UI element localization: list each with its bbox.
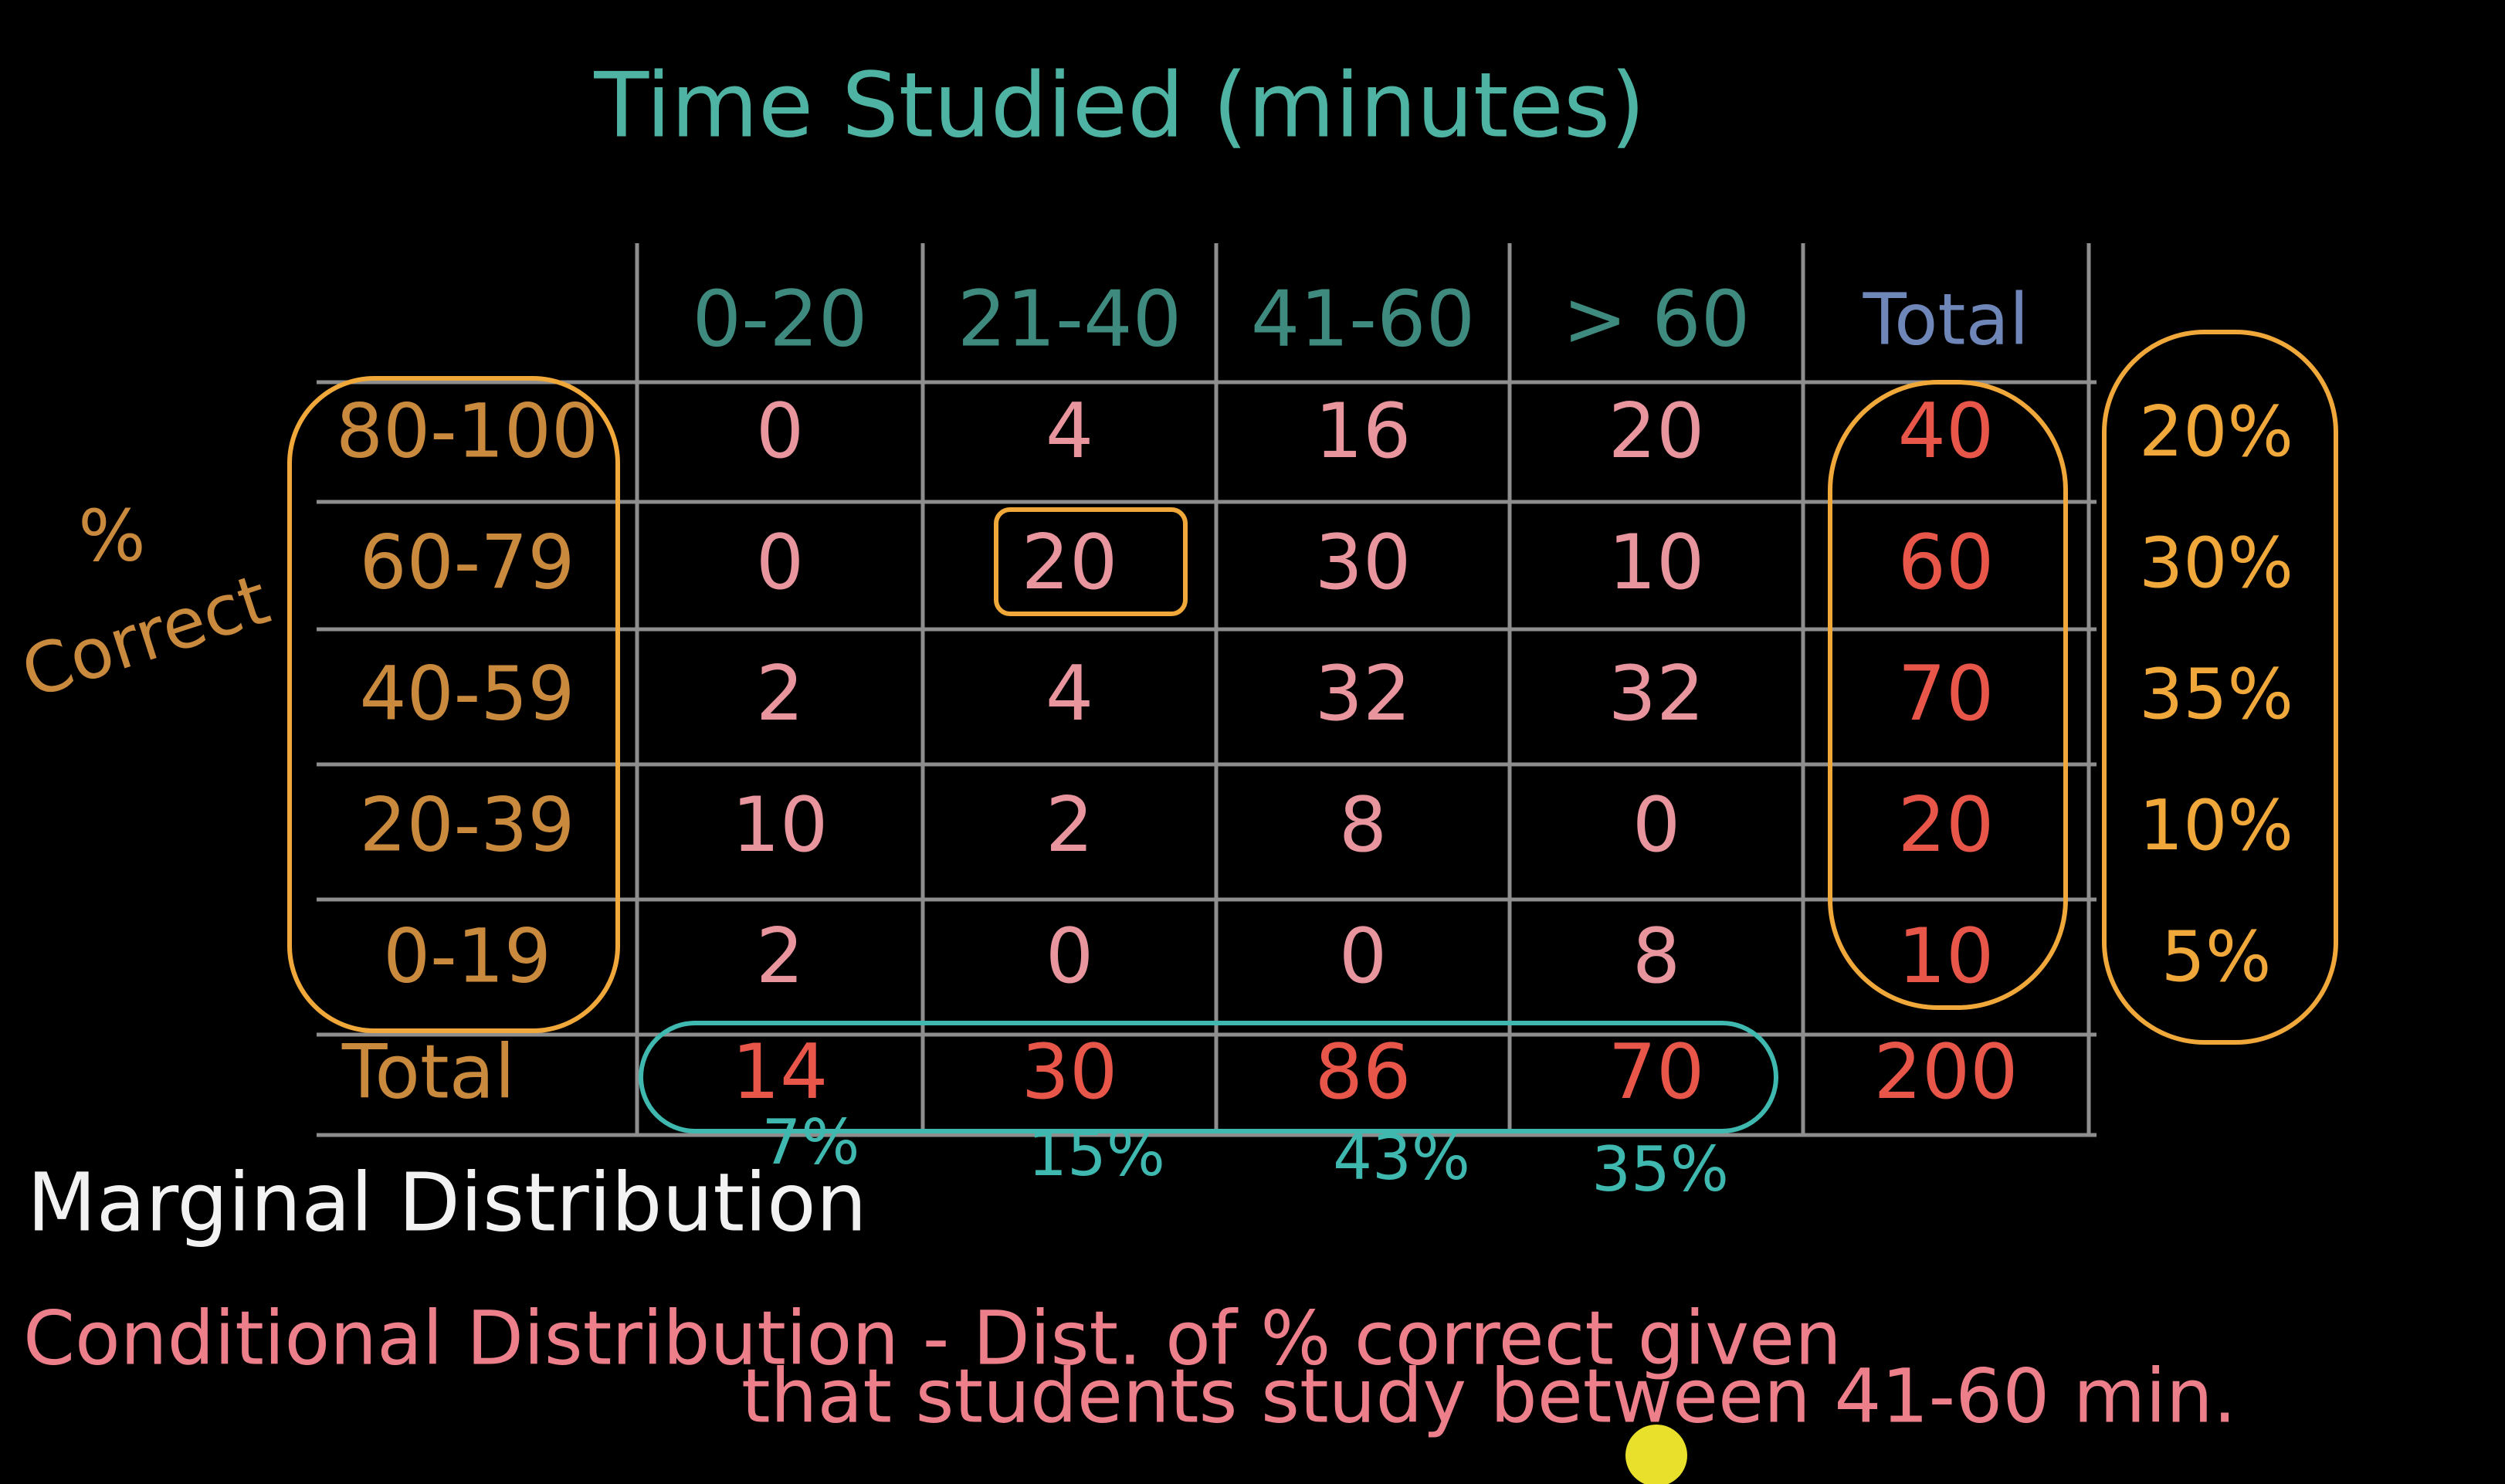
table-cell: 0 [756, 519, 804, 607]
table-cell: 2 [756, 650, 804, 738]
row-total-cell: 20 [1898, 781, 1995, 869]
grand-total-cell: 200 [1873, 1028, 2018, 1116]
table-cell: 32 [1608, 650, 1705, 738]
row-label: 0-19 [383, 913, 551, 999]
total-row: Total 14 30 86 70 200 [341, 1028, 2019, 1116]
table-cell: 16 [1315, 388, 1412, 476]
table-cell: 0 [1046, 913, 1093, 1001]
total-row-label: Total [341, 1028, 515, 1115]
row-percent: 35% [2139, 654, 2293, 735]
row-label: 40-59 [360, 650, 575, 737]
table-cell: 8 [1339, 781, 1387, 869]
column-percent: 15% [1028, 1118, 1165, 1190]
whiteboard-canvas: Time Studied (minutes) % Correct 0-20 21-… [12, 54, 2338, 1484]
table-cell: 10 [732, 781, 829, 869]
table-cell: 0 [756, 388, 804, 476]
table-cell: 0 [1339, 913, 1387, 1001]
column-header: 41-60 [1251, 273, 1476, 364]
column-percent: 35% [1591, 1133, 1729, 1205]
column-header: 21-40 [958, 273, 1182, 364]
row-percent: 10% [2139, 785, 2293, 866]
marginal-distribution-note: Marginal Distribution [27, 1155, 867, 1249]
row-label: 20-39 [360, 781, 575, 868]
table-cell: 32 [1315, 650, 1412, 738]
row-label: 60-79 [360, 519, 575, 605]
table-cell: 2 [1046, 781, 1093, 869]
column-header: Total [1863, 278, 2029, 361]
row-total-cell: 60 [1898, 519, 1995, 607]
column-total-cell: 86 [1315, 1028, 1412, 1116]
table-cell: 4 [1046, 388, 1093, 476]
table-cell: 20 [1022, 519, 1118, 607]
table-title: Time Studied (minutes) [593, 54, 1645, 158]
cursor-pointer [1625, 1425, 1687, 1484]
column-header: 0-20 [693, 273, 868, 364]
row-axis-label-correct: Correct [12, 559, 279, 714]
table-cell: 2 [756, 913, 804, 1001]
table-cell: 20 [1608, 388, 1705, 476]
table-cell: 0 [1632, 781, 1680, 869]
column-percents: 7% 15% 43% 35% [762, 1106, 1729, 1205]
column-headers: 0-20 21-40 41-60 > 60 Total [693, 273, 2029, 364]
row-percent: 5% [2161, 916, 2272, 998]
column-total-cell: 14 [732, 1028, 829, 1116]
row-percent: 20% [2139, 391, 2293, 473]
table-cell: 10 [1608, 519, 1705, 607]
row-percent: 30% [2139, 523, 2293, 604]
table-cell: 30 [1315, 519, 1412, 607]
row-label: 80-100 [336, 388, 598, 474]
row-total-cell: 40 [1898, 388, 1995, 476]
conditional-distribution-note-line2: that students study between 41-60 min. [741, 1353, 2236, 1439]
table-cell: 4 [1046, 650, 1093, 738]
row-axis-label-percent: % [78, 494, 145, 577]
table-cell: 8 [1632, 913, 1680, 1001]
column-header: > 60 [1563, 273, 1751, 364]
row-total-cell: 70 [1898, 650, 1995, 738]
table-body: 80-100 0 4 16 20 40 20%60-79 0 20 30 10 60 30%40-59 2… [336, 388, 2293, 1001]
column-total-cell: 70 [1608, 1028, 1705, 1116]
row-total-cell: 10 [1898, 913, 1995, 1001]
column-total-cell: 30 [1022, 1028, 1118, 1116]
